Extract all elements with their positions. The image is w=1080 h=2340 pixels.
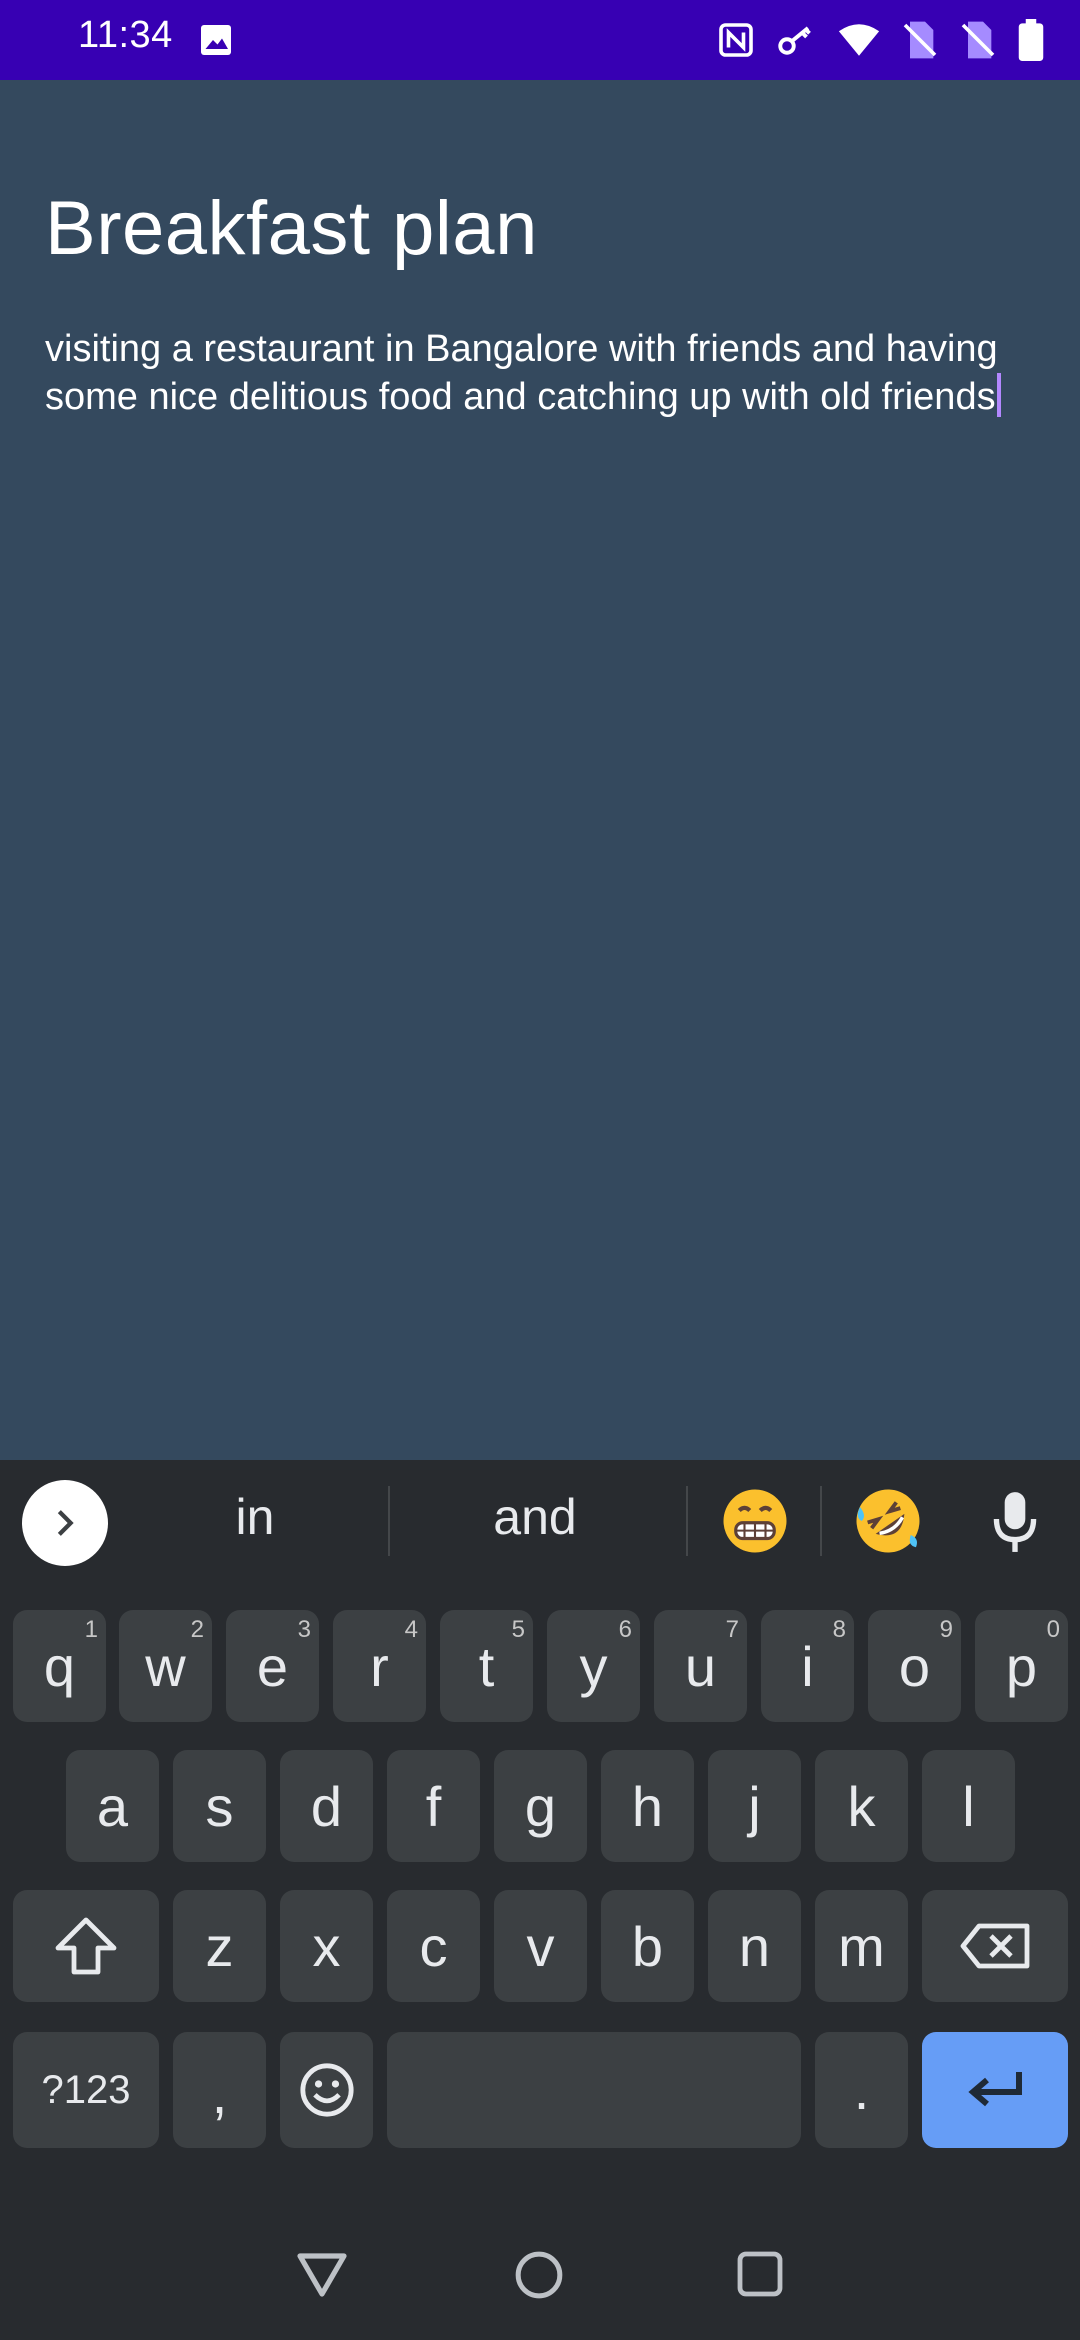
- key-n[interactable]: n: [708, 1890, 801, 2002]
- status-icons: [718, 18, 1044, 62]
- note-title[interactable]: Breakfast plan: [45, 185, 538, 272]
- key-label: q: [43, 1634, 76, 1698]
- key-g[interactable]: g: [494, 1750, 587, 1862]
- key-h[interactable]: h: [601, 1750, 694, 1862]
- space-bar[interactable]: [387, 2032, 801, 2148]
- key-hint: 5: [511, 1616, 525, 1643]
- key-z[interactable]: z: [173, 1890, 266, 2002]
- key-x[interactable]: x: [280, 1890, 373, 2002]
- key-a[interactable]: a: [66, 1750, 159, 1862]
- note-editor[interactable]: Breakfast plan visiting a restaurant in …: [0, 80, 1080, 1460]
- comma-key[interactable]: ,: [173, 2032, 266, 2148]
- key-hint: 0: [1046, 1616, 1060, 1643]
- key-c[interactable]: c: [387, 1890, 480, 2002]
- symbols-key[interactable]: ?123: [13, 2032, 159, 2148]
- key-hint: 1: [84, 1616, 98, 1643]
- backspace-icon: [960, 1923, 1030, 1969]
- grinning-face-emoji-icon[interactable]: [720, 1486, 790, 1556]
- recents-icon[interactable]: [736, 2250, 784, 2298]
- key-r[interactable]: r4: [333, 1610, 426, 1722]
- enter-key[interactable]: [922, 2032, 1068, 2148]
- suggestion-divider: [820, 1486, 822, 1556]
- vpn-key-icon: [778, 26, 811, 55]
- key-b[interactable]: b: [601, 1890, 694, 2002]
- status-bar: 11:34: [0, 0, 1080, 80]
- key-label: r: [370, 1634, 389, 1698]
- key-e[interactable]: e3: [226, 1610, 319, 1722]
- suggestion-2[interactable]: and: [425, 1488, 645, 1546]
- key-u[interactable]: u7: [654, 1610, 747, 1722]
- key-f[interactable]: f: [387, 1750, 480, 1862]
- key-label: e: [256, 1634, 289, 1698]
- shift-icon: [55, 1917, 117, 1975]
- microphone-icon[interactable]: [990, 1488, 1040, 1554]
- key-q[interactable]: q1: [13, 1610, 106, 1722]
- nfc-icon: [719, 23, 753, 57]
- key-d[interactable]: d: [280, 1750, 373, 1862]
- enter-icon: [968, 2072, 1022, 2107]
- period-key[interactable]: .: [815, 2032, 908, 2148]
- no-sim-icon: [903, 21, 937, 59]
- key-hint: 9: [939, 1616, 953, 1643]
- home-icon[interactable]: [514, 2250, 564, 2300]
- key-hint: 7: [725, 1616, 739, 1643]
- text-cursor: [996, 373, 1001, 417]
- wifi-icon: [838, 24, 880, 56]
- suggestion-divider: [686, 1486, 688, 1556]
- key-m[interactable]: m: [815, 1890, 908, 2002]
- back-icon[interactable]: [296, 2250, 348, 2298]
- battery-icon: [1018, 19, 1044, 61]
- shift-key[interactable]: [13, 1890, 159, 2002]
- suggestion-bar: in and: [0, 1460, 1080, 1582]
- key-p[interactable]: p0: [975, 1610, 1068, 1722]
- key-hint: 4: [404, 1616, 418, 1643]
- suggestion-divider: [388, 1486, 390, 1556]
- key-w[interactable]: w2: [119, 1610, 212, 1722]
- key-o[interactable]: o9: [868, 1610, 961, 1722]
- note-body-field[interactable]: visiting a restaurant in Bangalore with …: [45, 325, 1045, 421]
- key-y[interactable]: y6: [547, 1610, 640, 1722]
- backspace-key[interactable]: [922, 1890, 1068, 2002]
- key-hint: 8: [832, 1616, 846, 1643]
- emoji-key[interactable]: [280, 2032, 373, 2148]
- key-label: t: [478, 1634, 495, 1698]
- key-hint: 6: [618, 1616, 632, 1643]
- key-hint: 3: [297, 1616, 311, 1643]
- key-k[interactable]: k: [815, 1750, 908, 1862]
- key-label: i: [801, 1634, 814, 1698]
- suggestion-1[interactable]: in: [155, 1488, 355, 1546]
- keyboard-menu-button[interactable]: [22, 1480, 108, 1566]
- key-t[interactable]: t5: [440, 1610, 533, 1722]
- key-label: y: [579, 1634, 608, 1698]
- gallery-icon: [201, 25, 231, 55]
- navigation-bar: [0, 2200, 1080, 2340]
- status-time: 11:34: [78, 14, 173, 56]
- key-v[interactable]: v: [494, 1890, 587, 2002]
- key-s[interactable]: s: [173, 1750, 266, 1862]
- key-label: p: [1005, 1634, 1038, 1698]
- note-body-text: visiting a restaurant in Bangalore with …: [45, 328, 998, 418]
- smiley-icon: [299, 2063, 354, 2117]
- key-j[interactable]: j: [708, 1750, 801, 1862]
- key-label: o: [898, 1634, 931, 1698]
- rolling-laughing-emoji-icon[interactable]: [853, 1486, 923, 1556]
- no-sim-icon: [961, 21, 995, 59]
- key-l[interactable]: l: [922, 1750, 1015, 1862]
- key-i[interactable]: i8: [761, 1610, 854, 1722]
- key-label: w: [145, 1634, 186, 1698]
- key-hint: 2: [190, 1616, 204, 1643]
- chevron-right-icon: [57, 1510, 74, 1536]
- key-label: u: [684, 1634, 717, 1698]
